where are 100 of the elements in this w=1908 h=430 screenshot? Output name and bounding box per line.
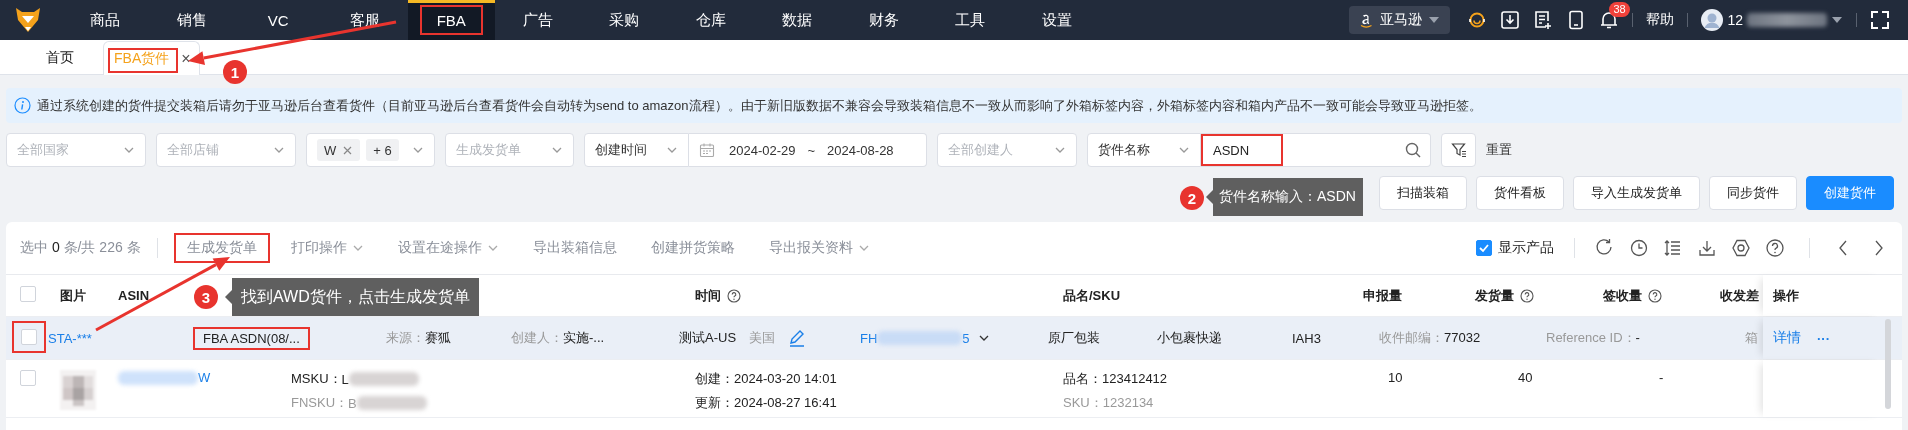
field-label: Reference ID： — [1546, 330, 1636, 345]
hexagon-icon[interactable] — [1731, 238, 1751, 258]
blurred-text — [356, 396, 427, 410]
page-tab[interactable]: 首页 — [20, 41, 100, 74]
filter-icon — [1450, 142, 1467, 158]
notification-badge: 38 — [1609, 2, 1630, 17]
field-value: B — [348, 395, 357, 411]
support-icon[interactable] — [1467, 10, 1488, 30]
download-icon[interactable] — [1697, 238, 1717, 258]
scrollbar[interactable] — [1885, 319, 1891, 409]
help-icon — [1520, 288, 1534, 303]
start-date: 2024-02-29 — [729, 142, 796, 158]
info-icon — [14, 97, 31, 114]
field-label: 箱 — [1745, 330, 1758, 345]
action-button[interactable]: 导入生成发货单 — [1573, 176, 1700, 210]
document-add-icon[interactable] — [1533, 10, 1554, 30]
column-header[interactable]: 签收量 — [1603, 286, 1662, 305]
column-header[interactable]: ASIN — [118, 288, 150, 303]
step-number: 2 — [1180, 186, 1204, 210]
declared-quantity: 10 — [1388, 370, 1403, 385]
fullscreen-icon[interactable] — [1870, 10, 1890, 30]
column-header[interactable]: 操作 — [1773, 286, 1799, 305]
select-field[interactable]: 货件名称 — [1087, 133, 1201, 167]
end-date: 2024-08-28 — [827, 142, 894, 158]
column-header[interactable]: 申报量 — [1363, 286, 1402, 305]
nav-menu-item[interactable]: 财务 — [840, 0, 927, 40]
updated-time: 更新：2024-08-27 16:41 — [695, 394, 838, 412]
help-icon — [727, 288, 741, 303]
more-button[interactable]: ··· — [1817, 330, 1830, 346]
nav-menu-item[interactable]: 广告 — [494, 0, 581, 40]
filter-button[interactable] — [1441, 133, 1476, 167]
action-button[interactable]: 同步货件 — [1709, 176, 1797, 210]
caret-icon — [1428, 15, 1441, 25]
caret-icon[interactable] — [1831, 15, 1843, 25]
close-tab-button[interactable]: × — [181, 49, 191, 68]
shipped-quantity: 40 — [1518, 370, 1533, 385]
edit-icon[interactable] — [788, 329, 805, 347]
detail-link[interactable]: 详情 — [1773, 329, 1801, 347]
fox-logo-icon[interactable] — [14, 6, 42, 34]
field-label: 收件邮编： — [1379, 330, 1444, 345]
column-header[interactable]: 收发差 — [1720, 286, 1759, 305]
created-time: 创建：2024-03-20 14:01 — [695, 370, 838, 388]
range-separator: ~ — [807, 142, 816, 158]
step-number: 1 — [223, 60, 247, 84]
shipment-name: FBA ASDN(08/... — [193, 326, 310, 350]
checkbox-label[interactable]: 显示产品 — [1498, 239, 1554, 257]
selection-count: 选中 0 条/共 226 条 — [20, 239, 141, 257]
product-sku: SKU：1232134 — [1063, 394, 1155, 412]
user-name[interactable]: 12 — [1727, 12, 1743, 28]
nav-menu-item[interactable]: 工具 — [927, 0, 1014, 40]
tag[interactable]: W — [317, 139, 361, 161]
action-button[interactable]: 扫描装箱 — [1379, 176, 1467, 210]
field-label: 创建人： — [511, 330, 563, 345]
action-button[interactable]: 货件看板 — [1476, 176, 1564, 210]
download-icon[interactable] — [1500, 10, 1521, 30]
nav-menu-item[interactable]: 设置 — [1013, 0, 1100, 40]
notice-text: 通过系统创建的货件提交装箱后请勿于亚马逊后台查看货件（目前亚马逊后台查看货件会自动转为send to amazon流程）。由于新旧版数据不兼容会导致装箱信息不一致从而影响了外箱标签内容，外箱标签内容和箱内产品不一致可能会导致亚马逊拒签。 — [37, 96, 1482, 115]
packing-type: 原厂包装 — [1048, 330, 1100, 345]
column-header[interactable]: 图片 — [60, 286, 86, 305]
page-tab[interactable]: FBA货件 × — [103, 41, 200, 75]
nav-menu-item[interactable]: 数据 — [754, 0, 841, 40]
nav-menu-item[interactable]: FBA — [408, 0, 495, 40]
field-label: FNSKU： — [291, 394, 349, 412]
nav-menu-item[interactable]: 仓库 — [667, 0, 754, 40]
country-name: 美国 — [749, 330, 775, 345]
checkbox[interactable] — [1476, 240, 1492, 256]
help-icon[interactable] — [1765, 238, 1785, 258]
nav-menu-item[interactable]: 商品 — [62, 0, 149, 40]
multi-select-field[interactable]: W + 6 — [306, 133, 435, 167]
shipment-id-link[interactable]: STA-*** — [48, 330, 92, 346]
select-field[interactable]: 创建时间 — [584, 133, 689, 167]
help-icon — [1648, 288, 1662, 303]
refresh-icon[interactable] — [1595, 238, 1615, 258]
shipping-method: 小包裹快递 — [1157, 330, 1222, 345]
platform-selector[interactable]: 亚马逊 — [1349, 6, 1451, 34]
platform-name: 亚马逊 — [1380, 11, 1423, 29]
nav-menu-item[interactable]: VC — [235, 0, 322, 40]
avatar-icon[interactable] — [1701, 9, 1724, 31]
help-link[interactable]: 帮助 — [1646, 11, 1675, 29]
tooltip: 找到AWD货件，点击生成发货单 — [225, 278, 479, 316]
field-label: MSKU： — [291, 370, 342, 388]
nav-menu-item[interactable]: 销售 — [148, 0, 235, 40]
received-quantity: - — [1659, 370, 1664, 385]
search-field[interactable]: ASDN — [1201, 133, 1431, 167]
nav-menu-item[interactable]: 采购 — [581, 0, 668, 40]
close-icon[interactable] — [342, 144, 354, 156]
sort-lines-icon[interactable] — [1663, 238, 1683, 258]
asin-link[interactable]: W — [198, 370, 211, 385]
warehouse-code: IAH3 — [1292, 330, 1321, 346]
store-name: 测试A-US — [679, 330, 737, 345]
clock-icon[interactable] — [1629, 238, 1649, 258]
reset-link[interactable]: 重置 — [1486, 141, 1512, 159]
column-header[interactable]: 发货量 — [1475, 286, 1534, 305]
product-name: 品名：123412412 — [1063, 370, 1169, 388]
count-tag: + 6 — [366, 139, 399, 161]
search-icon[interactable] — [1405, 142, 1421, 158]
column-header[interactable]: 品名/SKU — [1063, 286, 1121, 305]
column-header[interactable]: 时间 — [695, 286, 741, 305]
tooltip: 货件名称输入：ASDN — [1206, 178, 1363, 216]
date-range-field[interactable]: 2024-02-29 ~ 2024-08-28 — [689, 133, 927, 167]
